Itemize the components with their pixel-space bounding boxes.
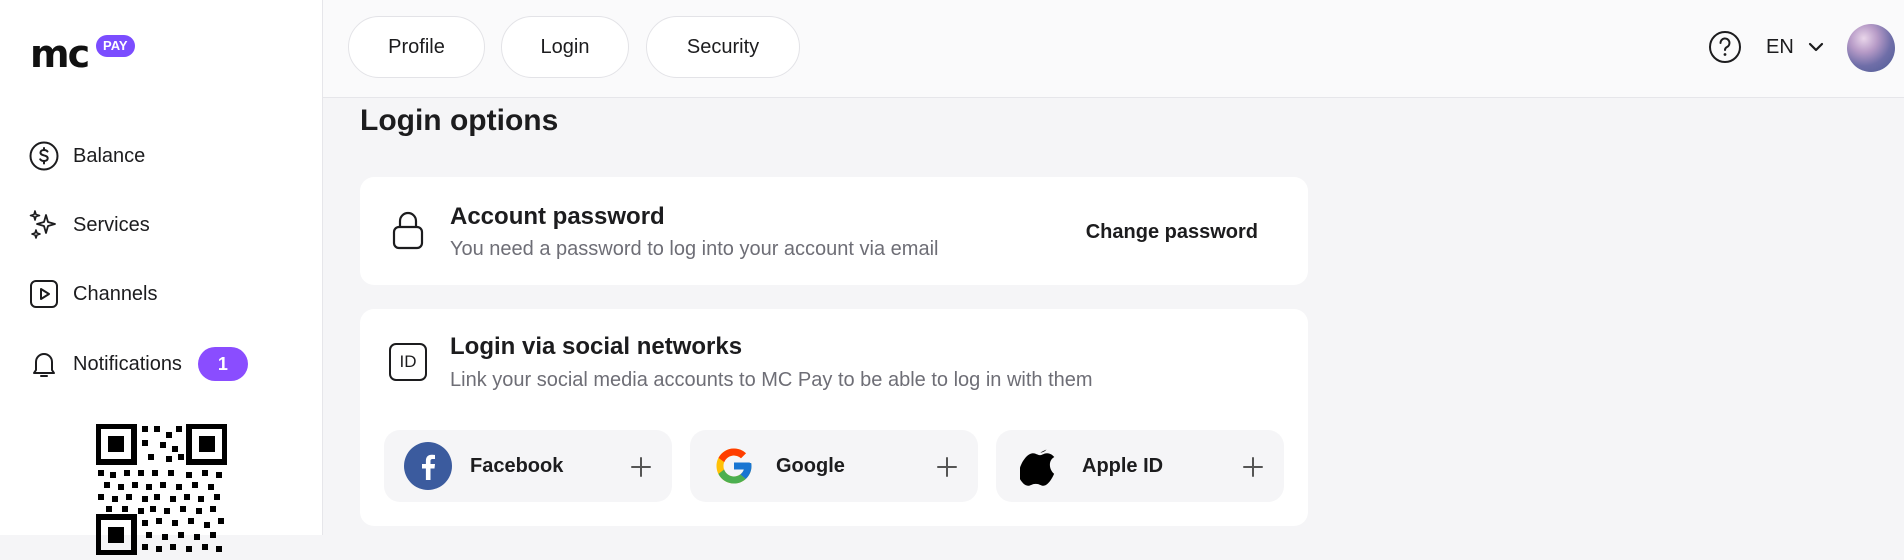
mc-pay-logo[interactable]: mc PAY [30, 32, 135, 76]
plus-icon[interactable] [630, 456, 652, 478]
facebook-login-button[interactable]: Facebook [384, 430, 672, 502]
notifications-count-badge: 1 [197, 347, 248, 381]
plus-icon[interactable] [1242, 456, 1264, 478]
id-icon-text: ID [399, 352, 417, 371]
card-description: Link your social media accounts to MC Pa… [450, 369, 1093, 391]
tab-label: Profile [388, 35, 445, 58]
plus-icon[interactable] [936, 456, 958, 478]
google-login-button[interactable]: Google [690, 430, 978, 502]
dollar-circle-icon [28, 140, 60, 172]
play-square-icon [28, 278, 60, 310]
tab-security[interactable]: Security [646, 16, 800, 78]
top-header: Profile Login Security EN [323, 0, 1904, 98]
bell-icon [28, 348, 60, 380]
qr-code [95, 423, 228, 556]
chevron-down-icon [1808, 42, 1823, 52]
provider-name: Facebook [470, 454, 564, 477]
social-login-card: ID Login via social networks Link your s… [360, 309, 1308, 526]
sidebar-item-balance[interactable]: Balance [28, 138, 145, 174]
sidebar-item-label: Services [73, 213, 150, 236]
sidebar-item-notifications[interactable]: Notifications 1 [28, 346, 248, 382]
sidebar-item-channels[interactable]: Channels [28, 276, 158, 312]
card-title: Login via social networks [450, 333, 743, 360]
facebook-icon [404, 442, 452, 490]
tab-label: Security [686, 35, 760, 58]
tab-profile[interactable]: Profile [348, 16, 485, 78]
card-title: Account password [450, 203, 665, 230]
provider-name: Apple ID [1082, 454, 1164, 477]
tab-login[interactable]: Login [501, 16, 629, 78]
account-password-card: Account password You need a password to … [360, 177, 1308, 285]
language-label: EN [1766, 35, 1794, 58]
sidebar-item-label: Notifications [73, 352, 182, 375]
apple-icon [1016, 442, 1064, 490]
id-icon: ID [388, 342, 428, 382]
sparkles-icon [28, 209, 60, 241]
provider-name: Google [776, 454, 845, 477]
sidebar-item-services[interactable]: Services [28, 207, 150, 243]
language-selector[interactable]: EN [1766, 30, 1824, 64]
sidebar-item-label: Balance [73, 144, 146, 167]
sidebar-item-label: Channels [73, 282, 158, 305]
sidebar: mc PAY Balance Services Channels Notific… [0, 0, 323, 556]
lock-icon [388, 210, 428, 250]
help-icon[interactable] [1708, 30, 1742, 64]
tab-label: Login [540, 35, 590, 58]
avatar[interactable] [1847, 24, 1895, 72]
logo-text: mc [30, 32, 90, 76]
card-description: You need a password to log into your acc… [450, 238, 939, 260]
apple-login-button[interactable]: Apple ID [996, 430, 1284, 502]
logo-badge: PAY [96, 35, 135, 57]
change-password-button[interactable]: Change password [1086, 221, 1258, 244]
page-title: Login options [360, 104, 559, 137]
google-icon [710, 442, 758, 490]
